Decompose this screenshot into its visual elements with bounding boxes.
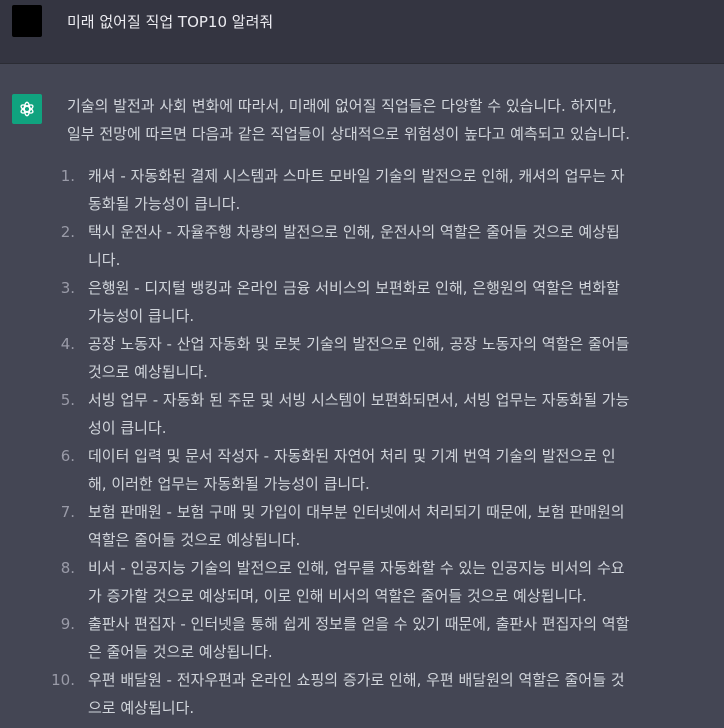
list-item-number: 7. [60,503,75,521]
list-item-line: 해, 이러한 업무는 자동화될 가능성이 큽니다. [88,475,370,493]
list-item: 1. 캐셔 - 자동화된 결제 시스템과 스마트 모바일 기술의 발전으로 인해… [61,162,724,218]
user-message-row: 미래 없어질 직업 TOP10 알려줘 [0,0,724,64]
list-item: 10. 우편 배달원 - 전자우편과 온라인 쇼핑의 증가로 인해, 우편 배달… [51,666,724,722]
jobs-list: 1. 캐셔 - 자동화된 결제 시스템과 스마트 모바일 기술의 발전으로 인해… [51,162,724,722]
intro-paragraph: 기술의 발전과 사회 변화에 따라서, 미래에 없어질 직업들은 다양할 수 있… [67,92,724,148]
list-item-line: 우편 배달원 - 전자우편과 온라인 쇼핑의 증가로 인해, 우편 배달원의 역… [88,671,625,689]
list-item-line: 서빙 업무 - 자동화 된 주문 및 서빙 시스템이 보편화되면서, 서빙 업무… [88,391,630,409]
list-item-line: 캐셔 - 자동화된 결제 시스템과 스마트 모바일 기술의 발전으로 인해, 캐… [88,167,625,185]
list-item-number: 10. [51,671,75,689]
list-item-line: 것으로 예상됩니다. [88,363,208,381]
list-item-line: 비서 - 인공지능 기술의 발전으로 인해, 업무를 자동화할 수 있는 인공지… [88,559,625,577]
list-item-number: 1. [60,167,75,185]
list-item: 5. 서빙 업무 - 자동화 된 주문 및 서빙 시스템이 보편화되면서, 서빙… [61,386,724,442]
assistant-message-row: 기술의 발전과 사회 변화에 따라서, 미래에 없어질 직업들은 다양할 수 있… [0,64,724,728]
list-item-line: 니다. [88,251,121,269]
assistant-message-content: 기술의 발전과 사회 변화에 따라서, 미래에 없어질 직업들은 다양할 수 있… [51,92,724,722]
list-item-line: 은 줄어들 것으로 예상됩니다. [88,643,273,661]
list-item-line: 으로 예상됩니다. [88,699,195,717]
list-item: 9. 출판사 편집자 - 인터넷을 통해 쉽게 정보를 얻을 수 있기 때문에,… [61,610,724,666]
list-item-line: 보험 판매원 - 보험 구매 및 가입이 대부분 인터넷에서 처리되기 때문에,… [88,503,625,521]
list-item-line: 역할은 줄어들 것으로 예상됩니다. [88,531,301,549]
list-item-number: 3. [60,279,75,297]
assistant-avatar [12,94,42,124]
list-item-line: 공장 노동자 - 산업 자동화 및 로봇 기술의 발전으로 인해, 공장 노동자… [88,335,630,353]
list-item: 3. 은행원 - 디지털 뱅킹과 온라인 금융 서비스의 보편화로 인해, 은행… [61,274,724,330]
list-item-number: 5. [60,391,75,409]
list-item-line: 데이터 입력 및 문서 작성자 - 자동화된 자연어 처리 및 기계 번역 기술… [88,447,616,465]
list-item-number: 9. [60,615,75,633]
list-item-line: 은행원 - 디지털 뱅킹과 온라인 금융 서비스의 보편화로 인해, 은행원의 … [88,279,620,297]
list-item: 2. 택시 운전사 - 자율주행 차량의 발전으로 인해, 운전사의 역할은 줄… [61,218,724,274]
intro-line: 일부 전망에 따르면 다음과 같은 직업들이 상대적으로 위험성이 높다고 예측… [67,125,631,143]
list-item-line: 가 증가할 것으로 예상되며, 이로 인해 비서의 역할은 줄어들 것으로 예상… [88,587,587,605]
user-avatar [12,5,42,37]
list-item-line: 택시 운전사 - 자율주행 차량의 발전으로 인해, 운전사의 역할은 줄어들 … [88,223,620,241]
list-item: 4. 공장 노동자 - 산업 자동화 및 로봇 기술의 발전으로 인해, 공장 … [61,330,724,386]
list-item-line: 가능성이 큽니다. [88,307,195,325]
list-item-number: 4. [60,335,75,353]
list-item-line: 성이 큽니다. [88,419,167,437]
list-item-number: 6. [60,447,75,465]
list-item: 7. 보험 판매원 - 보험 구매 및 가입이 대부분 인터넷에서 처리되기 때… [61,498,724,554]
user-message-text: 미래 없어질 직업 TOP10 알려줘 [67,13,274,31]
list-item: 8. 비서 - 인공지능 기술의 발전으로 인해, 업무를 자동화할 수 있는 … [61,554,724,610]
list-item-number: 8. [60,559,75,577]
list-item-line: 동화될 가능성이 큽니다. [88,195,241,213]
list-item-line: 출판사 편집자 - 인터넷을 통해 쉽게 정보를 얻을 수 있기 때문에, 출판… [88,615,630,633]
list-item-number: 2. [60,223,75,241]
list-item: 6. 데이터 입력 및 문서 작성자 - 자동화된 자연어 처리 및 기계 번역… [61,442,724,498]
intro-line: 기술의 발전과 사회 변화에 따라서, 미래에 없어질 직업들은 다양할 수 있… [67,97,617,115]
openai-logo-icon [20,101,34,117]
